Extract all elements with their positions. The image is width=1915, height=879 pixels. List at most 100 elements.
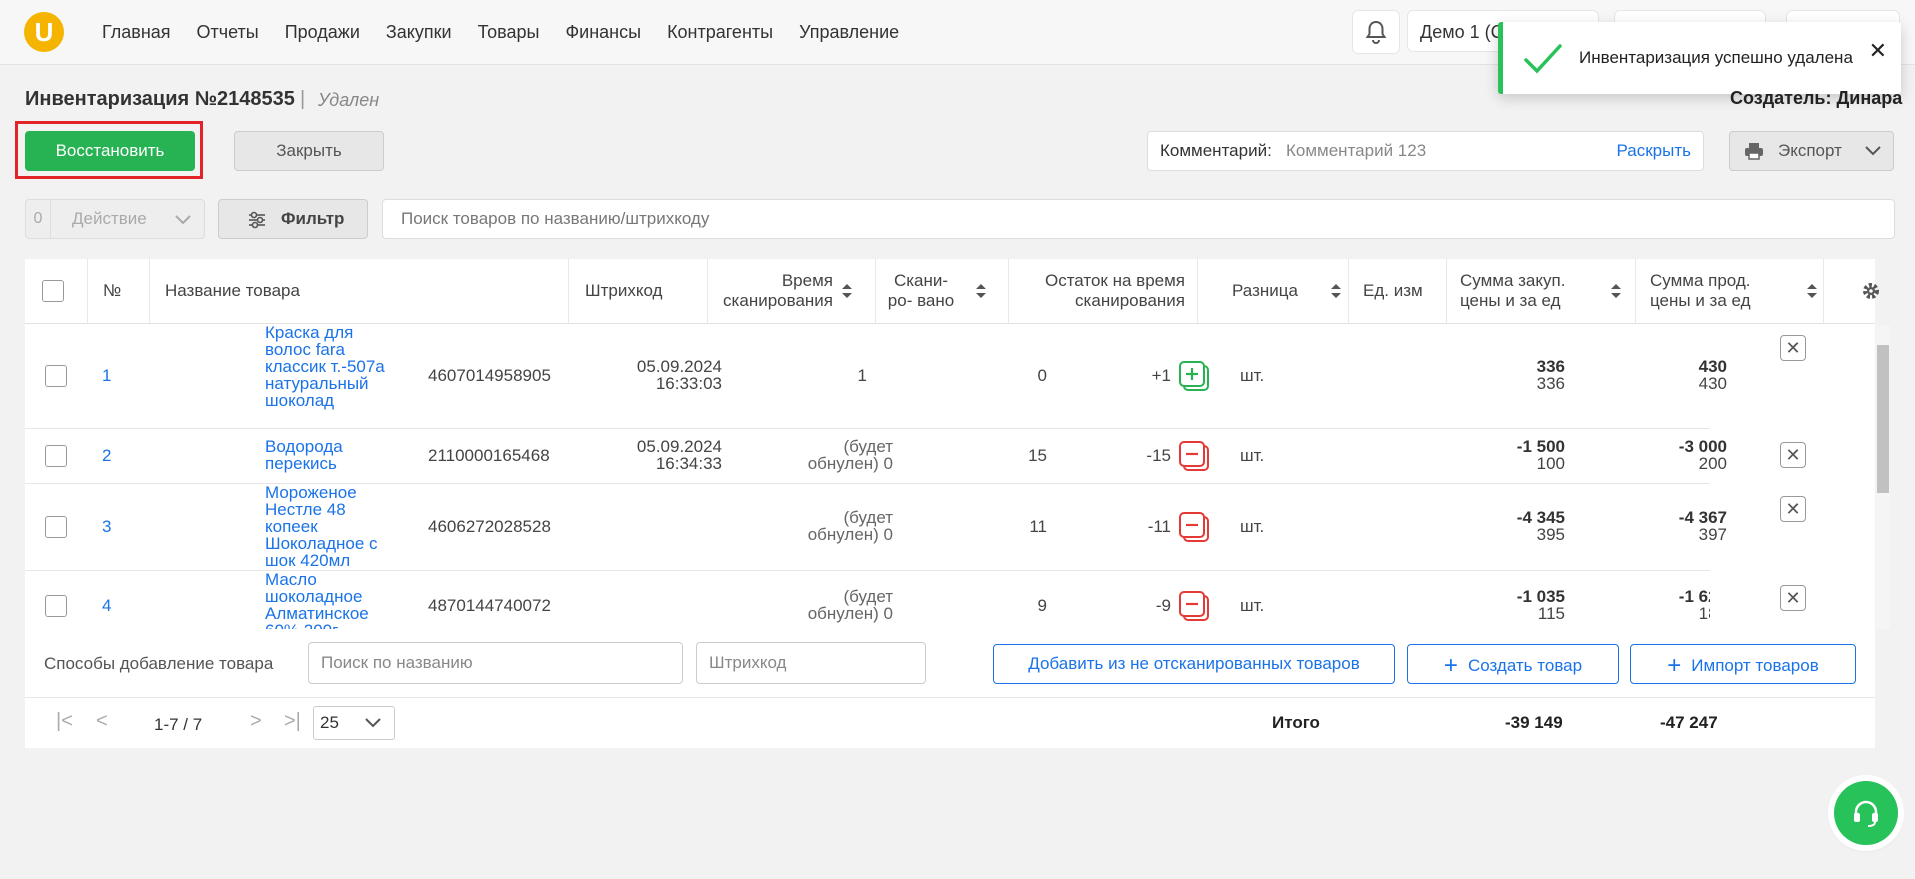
main-menu: Главная Отчеты Продажи Закупки Товары Фи… (102, 0, 899, 64)
nav-reports[interactable]: Отчеты (197, 22, 259, 43)
table-row: 3 Мороженое Нестле 48 копеек Шоколадное … (25, 484, 1727, 571)
printer-icon (1745, 143, 1763, 160)
col-scanned-label: Скани- ро- вано (887, 271, 955, 310)
nav-home[interactable]: Главная (102, 22, 171, 43)
action-dropdown[interactable]: 0 Действие (25, 199, 205, 239)
filter-button[interactable]: Фильтр (218, 199, 368, 239)
add-by-barcode-input[interactable]: Штрихкод (696, 642, 926, 684)
create-product-button[interactable]: + Создать товар (1407, 644, 1619, 684)
nav-products[interactable]: Товары (478, 22, 540, 43)
minus-square-icon[interactable] (1178, 440, 1210, 472)
support-chat-button[interactable] (1834, 781, 1898, 845)
filter-label: Фильтр (281, 209, 345, 228)
row-sale-sum: -3 000 200 (1678, 437, 1727, 473)
col-scanned[interactable]: Скани- ро- вано (885, 259, 1015, 323)
scrollbar-thumb[interactable] (1877, 345, 1889, 493)
expand-link[interactable]: Раскрыть (1617, 132, 1691, 170)
nav-management[interactable]: Управление (799, 22, 899, 43)
col-diff[interactable]: Разница (1220, 259, 1345, 323)
add-from-unscanned-button[interactable]: Добавить из не отсканированных товаров (993, 644, 1395, 684)
first-page-icon[interactable]: |< (56, 710, 73, 733)
row-barcode: 2110000165468 (428, 446, 550, 465)
row-delete-button[interactable]: ✕ (1780, 442, 1806, 468)
notifications-button[interactable] (1352, 10, 1400, 54)
row-diff: -15 (1146, 446, 1171, 465)
nav-purchases[interactable]: Закупки (386, 22, 452, 43)
status-badge: Удален (318, 90, 380, 110)
row-scan-time: 05.09.2024 16:33:03 (636, 357, 722, 393)
row-barcode: 4606272028528 (428, 517, 551, 536)
col-sale[interactable]: Сумма прод. цены и за ед (1650, 259, 1830, 323)
table-settings-button[interactable] (1860, 259, 1882, 323)
product-search-input[interactable]: Поиск товаров по названию/штрихкоду (382, 199, 1895, 239)
toast-message: Инвентаризация успешно удалена (1579, 48, 1853, 67)
app-logo[interactable]: U (24, 12, 64, 52)
col-purchase-label: Сумма закуп. цены и за ед (1460, 271, 1566, 310)
row-unit: шт. (1240, 446, 1265, 465)
gear-icon (1863, 283, 1879, 299)
nav-finance[interactable]: Финансы (565, 22, 641, 43)
plus-square-icon[interactable] (1178, 360, 1210, 392)
prev-page-icon[interactable]: < (96, 710, 108, 733)
add-by-name-input[interactable]: Поиск по названию (308, 642, 683, 684)
restore-button[interactable]: Восстановить (25, 131, 195, 171)
row-stock: 15 (1028, 446, 1047, 465)
page-range: 1-7 / 7 (154, 715, 203, 734)
toast-close-icon[interactable]: ✕ (1869, 38, 1887, 64)
row-checkbox[interactable] (45, 516, 67, 538)
export-button[interactable]: Экспорт (1729, 131, 1894, 171)
col-barcode: Штрихкод (585, 281, 663, 300)
total-purchase: -39 149 (1505, 713, 1563, 732)
select-all-checkbox[interactable] (42, 259, 64, 323)
add-methods-label: Способы добавление товара (44, 654, 274, 673)
comment-field[interactable]: Комментарий: Комментарий 123 Раскрыть (1147, 131, 1704, 171)
chevron-down-icon (365, 718, 381, 728)
nav-sales[interactable]: Продажи (285, 22, 360, 43)
product-name-link[interactable]: Краска для волос fara классик т.-507а на… (265, 324, 390, 409)
table-row: 1 Краска для волос fara классик т.-507а … (25, 324, 1727, 429)
import-products-button[interactable]: + Импорт товаров (1630, 644, 1856, 684)
row-delete-button[interactable]: ✕ (1780, 335, 1806, 361)
row-sale-sum: -1 620180 (1678, 587, 1710, 623)
table-row: 2 Водорода перекись 2110000165468 05.09.… (25, 429, 1727, 484)
minus-square-icon[interactable] (1178, 590, 1210, 622)
row-checkbox[interactable] (45, 445, 67, 467)
table-row: 4 Масло шоколадное Алматинское 60% 200г … (25, 571, 1710, 630)
title-separator: | (300, 88, 306, 110)
col-sale-label: Сумма прод. цены и за ед (1650, 271, 1751, 310)
col-num: № (103, 281, 122, 300)
row-diff: +1 (1151, 366, 1171, 385)
last-page-icon[interactable]: >| (284, 710, 301, 733)
row-checkbox[interactable] (45, 365, 67, 387)
per-page-select[interactable]: 25 (313, 706, 395, 740)
row-num[interactable]: 4 (102, 596, 111, 616)
total-sale: -47 247 (1660, 713, 1718, 732)
row-stock: 0 (1037, 366, 1047, 385)
row-diff: -11 (1147, 517, 1171, 536)
row-delete-button[interactable]: ✕ (1780, 496, 1806, 522)
selected-count: 0 (26, 200, 51, 238)
total-label: Итого (1272, 713, 1320, 732)
bell-icon (1365, 20, 1387, 44)
row-num[interactable]: 1 (102, 366, 111, 386)
next-page-icon[interactable]: > (250, 710, 262, 733)
product-name-link[interactable]: Мороженое Нестле 48 копеек Шоколадное с … (265, 484, 390, 569)
col-stock-label: Остаток на время сканирования (1044, 271, 1185, 310)
row-stock: 9 (1037, 596, 1047, 615)
nav-counterparties[interactable]: Контрагенты (667, 22, 773, 43)
close-button[interactable]: Закрыть (234, 131, 384, 171)
product-name-link[interactable]: Масло шоколадное Алматинское 60% 200г (265, 571, 390, 629)
row-barcode: 4870144740072 (428, 596, 551, 615)
row-checkbox[interactable] (45, 595, 67, 617)
col-purchase[interactable]: Сумма закуп. цены и за ед (1460, 259, 1636, 323)
row-unit: шт. (1240, 517, 1265, 536)
sort-icon (842, 284, 852, 298)
minus-square-icon[interactable] (1178, 511, 1210, 543)
row-num[interactable]: 2 (102, 446, 111, 466)
row-delete-button[interactable]: ✕ (1780, 585, 1806, 611)
sort-icon (976, 284, 986, 298)
row-num[interactable]: 3 (102, 517, 111, 537)
row-scanned: (будет обнулен) 0 (807, 587, 893, 623)
product-name-link[interactable]: Водорода перекись (265, 438, 390, 472)
col-scan-time[interactable]: Время сканирования (715, 259, 865, 323)
